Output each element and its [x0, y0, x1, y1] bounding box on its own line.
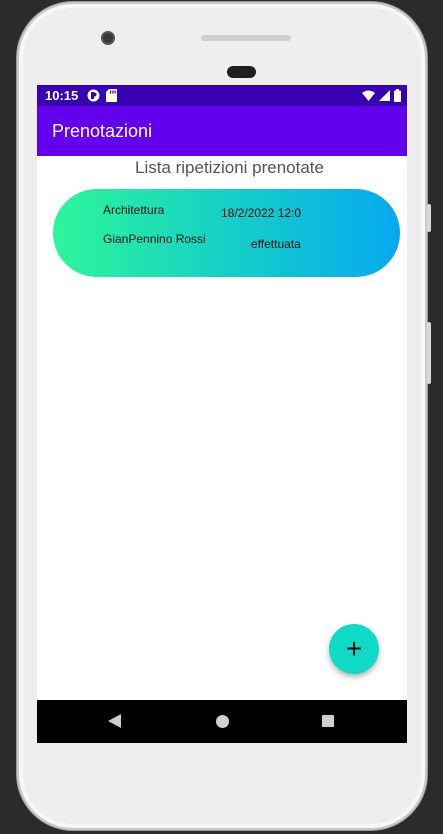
- status-icons-right: [362, 89, 401, 102]
- navigation-bar: [37, 700, 407, 743]
- home-icon[interactable]: [216, 715, 229, 728]
- battery-icon: [394, 89, 401, 102]
- app-notification-icon: [87, 89, 100, 102]
- status-bar: 10:15: [37, 85, 407, 106]
- recent-apps-icon[interactable]: [322, 715, 334, 727]
- status-time: 10:15: [45, 88, 79, 103]
- plus-icon: +: [345, 633, 363, 664]
- side-button-power: [427, 204, 431, 232]
- add-booking-button[interactable]: +: [329, 624, 379, 674]
- booking-date: 18/2/2022 12:0: [221, 206, 302, 220]
- front-camera: [101, 31, 115, 45]
- back-icon[interactable]: [108, 714, 121, 728]
- booking-subject: Architettura: [103, 203, 165, 217]
- list-title: Lista ripetizioni prenotate: [134, 158, 324, 177]
- app-title: Prenotazioni: [52, 121, 153, 141]
- proximity-sensor: [227, 66, 256, 78]
- app-bar: Prenotazioni: [37, 106, 407, 156]
- screen: 10:15 Prenotazioni Lista ripetizioni pre…: [37, 85, 407, 743]
- earpiece-speaker: [201, 35, 291, 41]
- signal-icon: [379, 90, 390, 101]
- wifi-icon: [362, 90, 375, 101]
- sd-card-icon: [106, 89, 117, 102]
- booking-card[interactable]: Architettura 18/2/2022 12:0 GianPennino …: [53, 189, 400, 277]
- status-icons-left: [87, 89, 117, 102]
- booking-teacher: GianPennino Rossi: [103, 232, 206, 246]
- booking-status: effettuata: [251, 237, 301, 251]
- side-button-volume: [427, 322, 431, 384]
